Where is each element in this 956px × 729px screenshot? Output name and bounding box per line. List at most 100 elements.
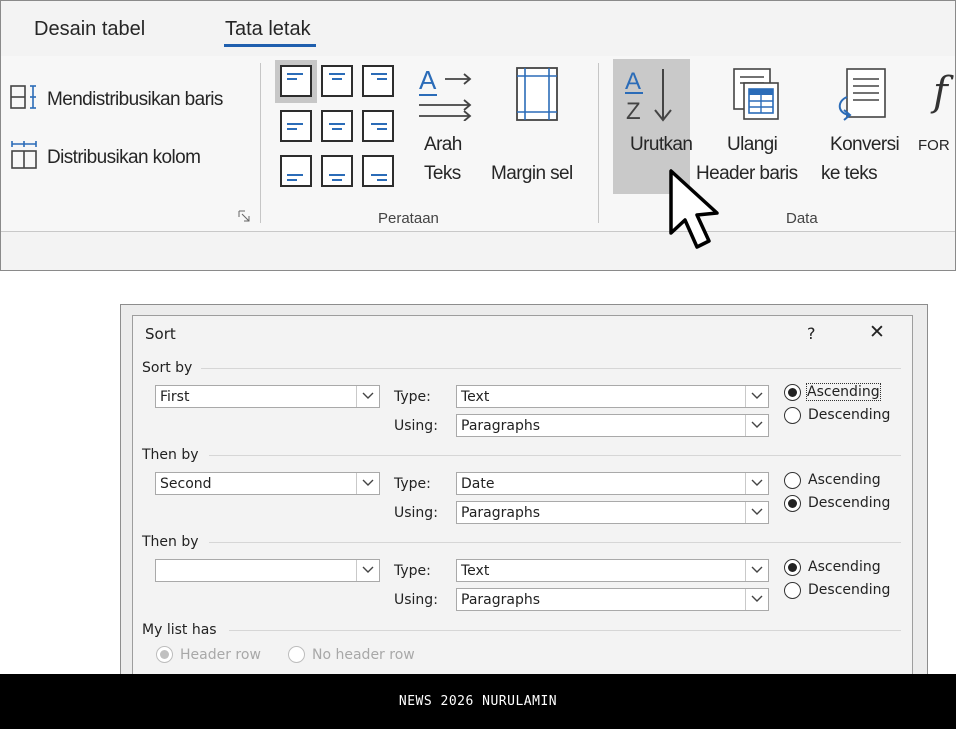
chevron-down-icon[interactable] [745, 502, 768, 523]
data-group-label: Data [786, 210, 818, 227]
distribute-cols-label: Distribusikan kolom [47, 147, 201, 168]
then-by-1-descending-radio[interactable] [784, 495, 801, 512]
banner-text: NEWS 2026 NURULAMIN [398, 694, 558, 709]
then-by-1-type-label: Type: [394, 476, 431, 492]
then-by-2-ascending-radio[interactable] [784, 559, 801, 576]
then-by-1-ascending-label: Ascending [808, 472, 881, 488]
align-bottom-left-button[interactable] [280, 155, 312, 187]
align-line [329, 174, 345, 176]
then-by-2-label: Then by [142, 534, 199, 550]
list-has-label: My list has [142, 622, 217, 638]
sort-az-icon: A Z [625, 68, 672, 125]
chevron-down-icon[interactable] [356, 473, 379, 494]
then-by-1-descending-label: Descending [808, 495, 891, 511]
distribute-cols-button[interactable]: Distribusikan kolom [9, 139, 249, 173]
then-by-1-type-select[interactable]: Date [456, 472, 769, 495]
sort-by-using-select[interactable]: Paragraphs [456, 414, 769, 437]
text-direction-button[interactable]: A Arah Teks [409, 63, 481, 191]
align-line [371, 174, 387, 176]
align-line [287, 128, 297, 130]
then-by-1-field-select[interactable]: Second [155, 472, 380, 495]
then-by-1-using-select[interactable]: Paragraphs [456, 501, 769, 524]
formula-label: FOR [918, 137, 950, 154]
help-button[interactable]: ? [807, 324, 816, 343]
then-by-2-field-select[interactable] [155, 559, 380, 582]
chevron-down-icon[interactable] [745, 415, 768, 436]
tab-tata-letak[interactable]: Tata letak [225, 18, 311, 41]
ribbon: Desain tabel Tata letak Mendistribusikan… [0, 0, 956, 271]
chevron-down-icon[interactable] [745, 386, 768, 407]
align-line [371, 123, 387, 125]
align-line [329, 123, 345, 125]
distribute-rows-button[interactable]: Mendistribusikan baris [9, 81, 249, 115]
tab-desain-tabel[interactable]: Desain tabel [34, 18, 145, 41]
align-top-right-button[interactable] [362, 65, 394, 97]
sort-by-descending-radio[interactable] [784, 407, 801, 424]
align-line [329, 73, 345, 75]
align-center-left-button[interactable] [280, 110, 312, 142]
chevron-down-icon[interactable] [745, 589, 768, 610]
then-by-1-ascending-radio[interactable] [784, 472, 801, 489]
align-top-center-button[interactable] [321, 65, 353, 97]
then-by-2-using-select[interactable]: Paragraphs [456, 588, 769, 611]
formula-icon: f [933, 69, 948, 115]
then-by-2-type-value: Text [461, 563, 490, 579]
alignment-group-label: Perataan [378, 210, 439, 227]
then-by-2-type-select[interactable]: Text [456, 559, 769, 582]
sort-by-using-value: Paragraphs [461, 418, 541, 434]
align-bottom-center-button[interactable] [321, 155, 353, 187]
ribbon-separator [598, 63, 599, 223]
align-line [287, 78, 297, 80]
sort-label: Urutkan [630, 134, 693, 155]
chevron-down-icon[interactable] [356, 386, 379, 407]
cell-margins-button[interactable]: Margin sel [487, 63, 591, 191]
align-center-right-button[interactable] [362, 110, 394, 142]
convert-to-text-icon [838, 68, 886, 121]
align-line [287, 73, 303, 75]
close-icon[interactable]: ✕ [869, 321, 885, 343]
svg-text:Z: Z [626, 98, 641, 125]
sort-by-label: Sort by [142, 360, 193, 376]
align-line [377, 128, 387, 130]
section-divider [209, 542, 901, 543]
repeat-header-rows-icon [733, 68, 779, 120]
then-by-1-label: Then by [142, 447, 199, 463]
align-line [377, 78, 387, 80]
align-top-left-button[interactable] [280, 65, 312, 97]
then-by-2-ascending-label: Ascending [808, 559, 881, 575]
align-bottom-right-button[interactable] [362, 155, 394, 187]
mouse-cursor-icon [669, 169, 719, 249]
section-divider [201, 368, 901, 369]
chevron-down-icon[interactable] [745, 560, 768, 581]
align-center-center-button[interactable] [321, 110, 353, 142]
no-header-row-radio[interactable] [288, 646, 305, 663]
repeat-header-label-1: Ulangi [727, 134, 778, 155]
chevron-down-icon[interactable] [356, 560, 379, 581]
sort-by-ascending-label: Ascending [806, 383, 881, 401]
then-by-1-using-value: Paragraphs [461, 505, 541, 521]
sort-by-type-value: Text [461, 389, 490, 405]
text-direction-icon: A [419, 65, 472, 121]
align-line [332, 179, 342, 181]
sort-by-type-select[interactable]: Text [456, 385, 769, 408]
svg-text:A: A [625, 68, 641, 95]
align-line [287, 123, 303, 125]
sort-by-field-select[interactable]: First [155, 385, 380, 408]
dialog-launcher-icon[interactable] [238, 210, 250, 222]
convert-label-2: ke teks [821, 163, 878, 184]
sort-by-field-value: First [160, 389, 190, 405]
align-line [377, 179, 387, 181]
align-line [287, 174, 303, 176]
header-row-radio[interactable] [156, 646, 173, 663]
svg-text:A: A [419, 65, 437, 95]
convert-label-1: Konversi [830, 134, 900, 155]
footer-banner: NEWS 2026 NURULAMIN [0, 674, 956, 729]
cell-margins-label: Margin sel [491, 163, 573, 184]
sort-by-ascending-radio[interactable] [784, 384, 801, 401]
formula-button[interactable]: f FOR [917, 63, 955, 191]
align-line [287, 179, 297, 181]
then-by-2-descending-label: Descending [808, 582, 891, 598]
text-direction-label-1: Arah [424, 134, 462, 155]
chevron-down-icon[interactable] [745, 473, 768, 494]
then-by-2-descending-radio[interactable] [784, 582, 801, 599]
